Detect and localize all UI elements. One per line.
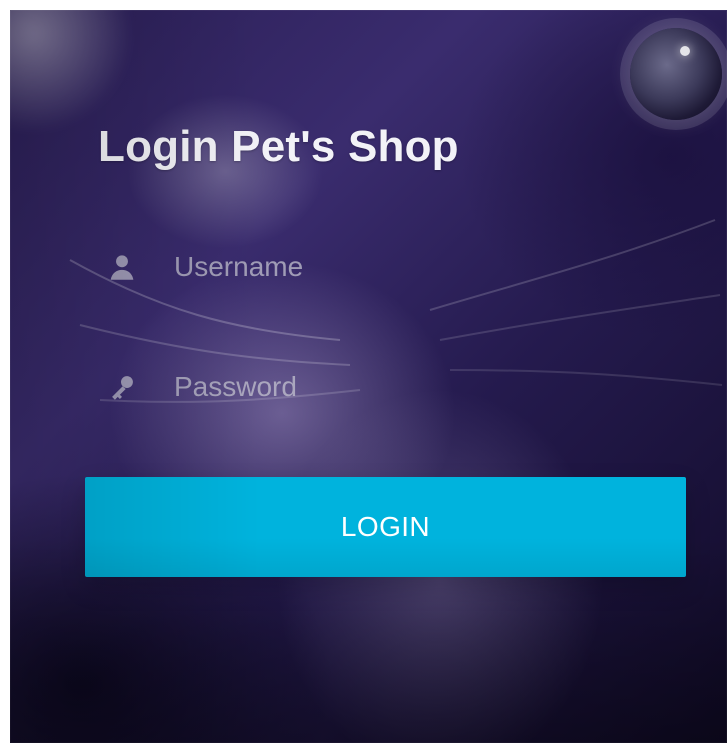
- username-input[interactable]: [174, 245, 634, 289]
- background-eye: [630, 28, 722, 120]
- screen: Login Pet's Shop LOGIN: [0, 0, 727, 753]
- user-icon: [102, 247, 142, 287]
- username-field: [102, 244, 662, 290]
- eye-glint: [680, 46, 690, 56]
- password-input[interactable]: [174, 365, 634, 409]
- page-title: Login Pet's Shop: [98, 122, 459, 171]
- login-button[interactable]: LOGIN: [85, 477, 686, 577]
- key-icon: [102, 367, 142, 407]
- login-card: Login Pet's Shop LOGIN: [10, 10, 727, 743]
- password-field: [102, 364, 662, 410]
